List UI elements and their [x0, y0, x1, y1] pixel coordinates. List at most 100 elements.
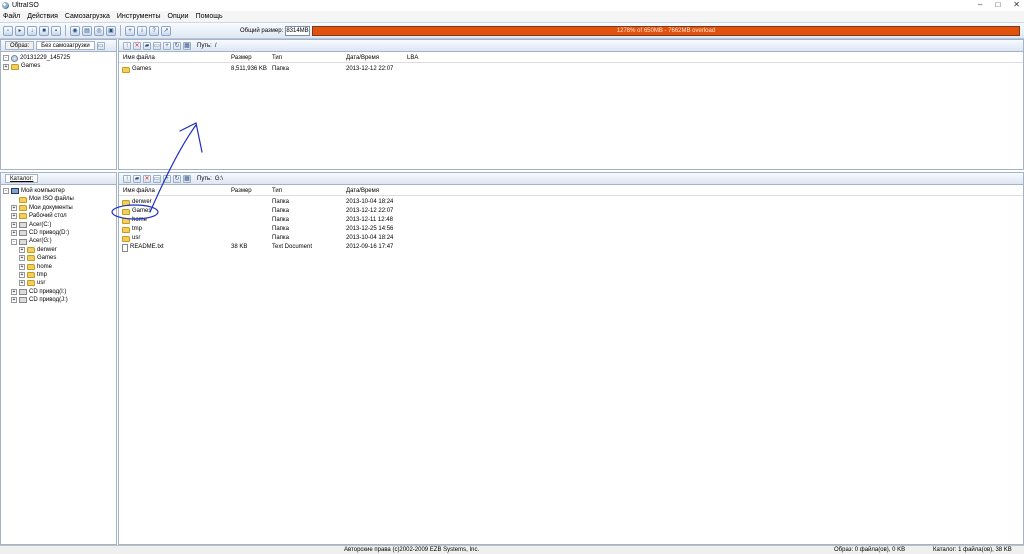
add-files-icon[interactable]: + — [125, 25, 135, 36]
tab-image[interactable]: Образ: — [5, 41, 35, 50]
tree-item[interactable]: - Acer(G:) — [3, 237, 74, 245]
menu-actions[interactable]: Действия — [27, 13, 58, 20]
expand-icon[interactable]: + — [19, 280, 25, 287]
tree-item[interactable]: + home — [3, 263, 74, 271]
expand-icon[interactable]: + — [19, 255, 25, 262]
file-date: 2013-12-25 14:56 — [346, 226, 394, 232]
column-type[interactable]: Тип — [272, 187, 282, 196]
column-size[interactable]: Размер — [231, 54, 252, 63]
table-row[interactable]: Games 8,511,936 KB Папка 2013-12-12 22:0… — [119, 65, 1023, 74]
column-lba[interactable]: LBA — [407, 54, 418, 63]
tree-item[interactable]: + Games — [3, 254, 74, 262]
menu-bootable[interactable]: Самозагрузка — [65, 13, 110, 20]
table-row[interactable]: tmp Папка 2013-12-25 14:56 — [119, 225, 1023, 234]
table-row[interactable]: Games Папка 2013-12-12 22:07 — [119, 207, 1023, 216]
view-icon[interactable]: ▦ — [183, 174, 191, 183]
boot-settings-icon[interactable]: ▭ — [96, 41, 105, 50]
expand-icon[interactable]: + — [11, 297, 17, 304]
maximize-icon[interactable]: □ — [995, 0, 1000, 9]
extract-icon[interactable]: ↓ — [27, 25, 37, 36]
tree-item[interactable]: + Рабочий стол — [3, 212, 74, 220]
column-date[interactable]: Дата/Время — [346, 187, 379, 196]
make-cd-image-icon[interactable]: ◉ — [70, 25, 80, 36]
rename-icon[interactable]: ▭ — [153, 174, 161, 183]
menu-file[interactable]: Файл — [3, 13, 20, 20]
tree-item[interactable]: + usr — [3, 279, 74, 287]
expand-icon[interactable]: + — [11, 221, 17, 228]
menu-options[interactable]: Опции — [168, 13, 189, 20]
status-catalog-info: Каталог: 1 файла(ов), 38 KB — [933, 547, 1012, 553]
mount-icon[interactable]: ▣ — [106, 25, 116, 36]
menu-help[interactable]: Помощь — [196, 13, 223, 20]
tree-item-image-root[interactable]: - 20131229_145725 — [3, 54, 70, 62]
exit-icon[interactable]: ↗ — [161, 25, 171, 36]
delete-icon[interactable]: ✕ — [143, 174, 151, 183]
tree-item[interactable]: + CD привод(D:) — [3, 229, 74, 237]
properties-icon[interactable]: i — [137, 25, 147, 36]
delete-icon[interactable]: ✕ — [133, 41, 141, 50]
compress-icon[interactable]: ▤ — [82, 25, 92, 36]
refresh-icon[interactable]: ↻ — [173, 174, 181, 183]
tree-item[interactable]: + denwer — [3, 246, 74, 254]
expand-icon[interactable]: + — [11, 230, 17, 237]
table-row[interactable]: home Папка 2013-12-11 12:48 — [119, 216, 1023, 225]
new-folder-icon[interactable]: ▰ — [143, 41, 151, 50]
tree-item[interactable]: + CD привод(J:) — [3, 296, 74, 304]
local-path-value[interactable]: G:\ — [215, 176, 223, 182]
tree-item[interactable]: + CD привод(I:) — [3, 288, 74, 296]
add-to-image-icon[interactable]: + — [163, 174, 171, 183]
expand-icon[interactable]: + — [11, 204, 17, 211]
burn-icon[interactable]: ◎ — [94, 25, 104, 36]
folder-icon — [11, 63, 19, 70]
table-row[interactable]: denwer Папка 2013-10-04 18:24 — [119, 198, 1023, 207]
tree-item[interactable]: + Acer(C:) — [3, 221, 74, 229]
open-icon[interactable]: ▸ — [15, 25, 25, 36]
tree-item-label: CD привод(J:) — [29, 297, 68, 304]
folder-icon — [27, 272, 35, 279]
close-icon[interactable]: ✕ — [1013, 0, 1020, 9]
tree-item[interactable]: - Мой компьютер — [3, 187, 74, 195]
collapse-icon[interactable]: - — [3, 55, 9, 62]
local-files-pane: ↑ ▰ ✕ ▭ + ↻ ▦ Путь: G:\ Имя файла Размер… — [118, 172, 1024, 545]
go-up-icon[interactable]: ↑ — [123, 174, 131, 183]
go-up-icon[interactable]: ↑ — [123, 41, 131, 50]
tree-item[interactable]: Мои ISO файлы — [3, 195, 74, 203]
collapse-icon[interactable]: - — [11, 238, 17, 245]
column-date[interactable]: Дата/Время — [346, 54, 379, 63]
new-icon[interactable]: ▫ — [3, 25, 13, 36]
expand-icon[interactable]: + — [19, 246, 25, 253]
tree-item[interactable]: + tmp — [3, 271, 74, 279]
expand-icon[interactable]: + — [11, 288, 17, 295]
expand-icon[interactable]: + — [19, 263, 25, 270]
toolbar-separator — [65, 25, 66, 36]
new-folder-icon[interactable]: ▰ — [133, 174, 141, 183]
expand-icon[interactable]: + — [3, 63, 9, 70]
image-files-header: Имя файла Размер Тип Дата/Время LBA — [119, 54, 1023, 63]
refresh-icon[interactable]: ↻ — [173, 41, 181, 50]
rename-icon[interactable]: ▭ — [153, 41, 161, 50]
column-filename[interactable]: Имя файла — [123, 54, 155, 63]
image-path-value[interactable]: / — [215, 43, 217, 49]
tree-item-games[interactable]: + Games — [3, 62, 70, 70]
expand-icon[interactable]: + — [11, 213, 17, 220]
table-row[interactable]: README.txt 38 KB Text Document 2012-09-16 1… — [119, 243, 1023, 252]
expand-icon[interactable]: + — [19, 272, 25, 279]
file-type: Папка — [272, 199, 289, 205]
menu-tools[interactable]: Инструменты — [117, 13, 161, 20]
column-type[interactable]: Тип — [272, 54, 282, 63]
help-icon[interactable]: ? — [149, 25, 159, 36]
drive-icon — [19, 230, 27, 237]
collapse-icon[interactable]: - — [3, 188, 9, 195]
table-row[interactable]: usr Папка 2013-10-04 18:24 — [119, 234, 1023, 243]
tree-item[interactable]: + Мои документы — [3, 204, 74, 212]
save-icon[interactable]: ■ — [39, 25, 49, 36]
view-icon[interactable]: ▦ — [183, 41, 191, 50]
save-as-icon[interactable]: ▪ — [51, 25, 61, 36]
column-filename[interactable]: Имя файла — [123, 187, 155, 196]
boot-status-field[interactable]: Без самозагрузки — [36, 41, 95, 50]
add-files-icon[interactable]: + — [163, 41, 171, 50]
column-size[interactable]: Размер — [231, 187, 252, 196]
file-name-cell: tmp — [122, 225, 142, 234]
catalog-tree-pane: Каталог: - Мой компьютер Мои ISO файлы + Мои… — [0, 172, 117, 545]
minimize-icon[interactable]: – — [978, 0, 982, 9]
